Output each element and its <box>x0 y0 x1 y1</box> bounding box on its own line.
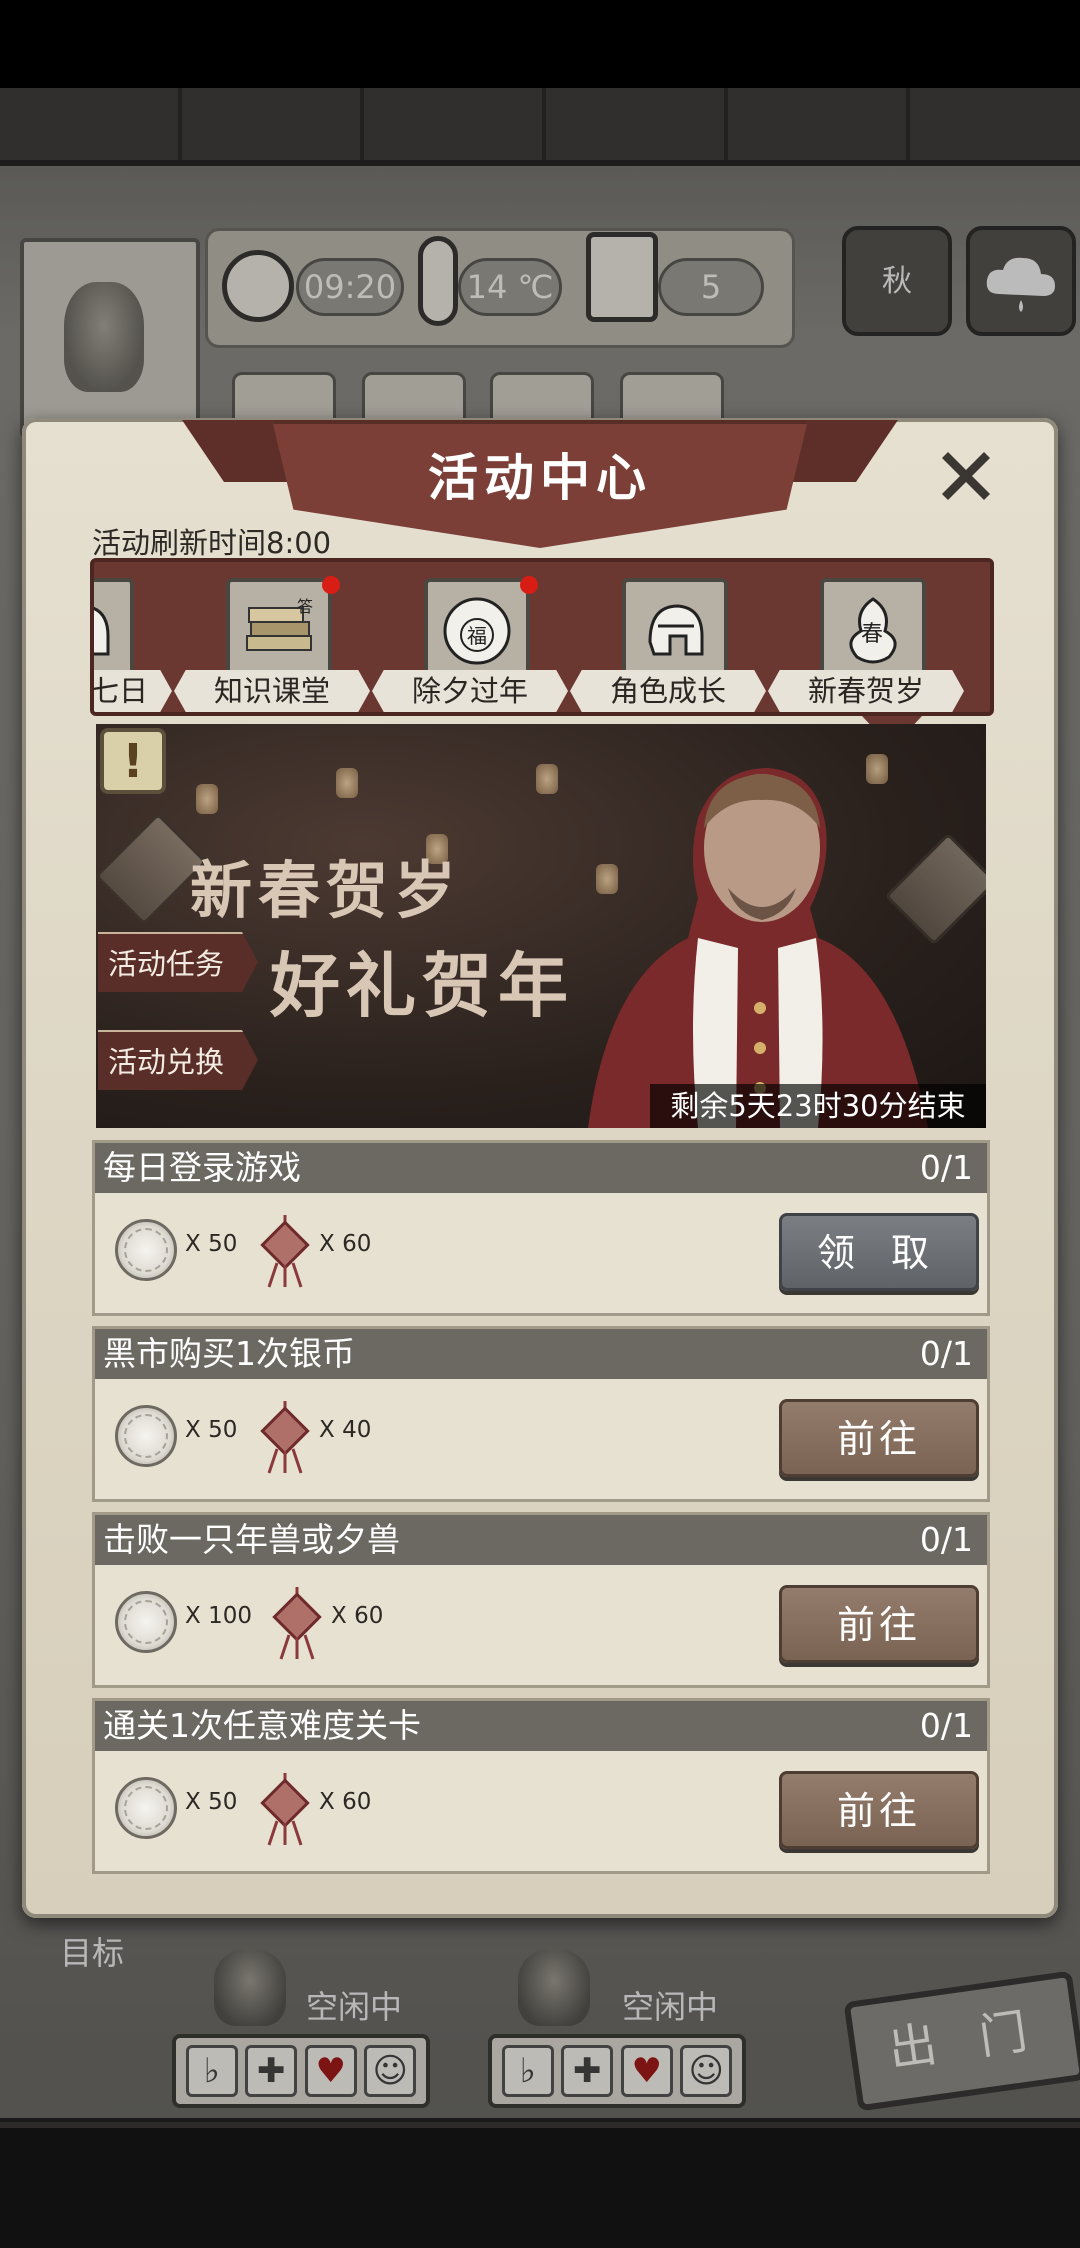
svg-text:福: 福 <box>467 624 487 648</box>
tab-seven-days[interactable]: 七日 <box>94 562 172 712</box>
go-button[interactable]: 前往 <box>779 1771 979 1849</box>
activity-exchange-button[interactable]: 活动兑换 <box>98 1030 258 1090</box>
tab-spring-festival[interactable]: 春 新春贺岁 <box>768 562 964 712</box>
task-progress: 0/1 <box>919 1334 973 1373</box>
banner-title-line1: 新春贺岁 <box>190 854 463 927</box>
event-countdown: 剩余5天23时30分结束 <box>650 1084 986 1128</box>
task-name: 黑市购买1次银币 <box>95 1329 987 1379</box>
task-name: 击败一只年兽或夕兽 <box>95 1515 987 1565</box>
knot-quantity: X 60 <box>319 1231 372 1257</box>
coin-quantity: X 100 <box>185 1603 252 1629</box>
task-progress: 0/1 <box>919 1706 973 1745</box>
lantern-decoration <box>196 784 218 814</box>
coin-quantity: X 50 <box>185 1789 238 1815</box>
claim-button[interactable]: 领 取 <box>779 1213 979 1291</box>
activity-tab-strip: 七日 答 知识课堂 福 除夕过年 角色成长 春 新春贺岁 <box>90 558 994 716</box>
go-button[interactable]: 前往 <box>779 1399 979 1477</box>
books-icon: 答 <box>226 578 332 684</box>
chinese-knot-icon <box>272 1587 322 1660</box>
task-row: 每日登录游戏 0/1 X 50 X 60 领 取 <box>92 1140 990 1316</box>
svg-text:春: 春 <box>861 622 883 647</box>
helmet-icon <box>94 578 134 684</box>
task-row: 击败一只年兽或夕兽 0/1 X 100 X 60 前往 <box>92 1512 990 1688</box>
tab-label: 知识课堂 <box>174 670 370 712</box>
tab-label: 角色成长 <box>570 670 766 712</box>
task-name: 每日登录游戏 <box>95 1143 987 1193</box>
banner-info-button[interactable]: ! <box>100 728 166 794</box>
tab-knowledge-class[interactable]: 答 知识课堂 <box>174 562 370 712</box>
task-row: 通关1次任意难度关卡 0/1 X 50 X 60 前往 <box>92 1698 990 1874</box>
notification-badge <box>520 576 538 594</box>
activity-task-button[interactable]: 活动任务 <box>98 932 258 992</box>
tab-character-growth[interactable]: 角色成长 <box>570 562 766 712</box>
chinese-knot-icon <box>260 1773 310 1846</box>
task-row: 黑市购买1次银币 0/1 X 50 X 40 前往 <box>92 1326 990 1502</box>
tab-label: 除夕过年 <box>372 670 568 712</box>
silver-coin-icon <box>115 1591 177 1653</box>
hero-character-illustration <box>588 768 928 1128</box>
knot-quantity: X 40 <box>319 1417 372 1443</box>
tab-label: 七日 <box>94 670 172 712</box>
coin-quantity: X 50 <box>185 1417 238 1443</box>
silver-coin-icon <box>115 1219 177 1281</box>
chinese-knot-icon <box>260 1215 310 1288</box>
status-bar-area <box>0 0 1080 88</box>
helmet-icon <box>622 578 728 684</box>
chinese-knot-icon <box>260 1401 310 1474</box>
close-icon <box>942 452 990 500</box>
knot-quantity: X 60 <box>319 1789 372 1815</box>
knot-quantity: X 60 <box>331 1603 384 1629</box>
navigation-bar-area <box>0 2128 1080 2248</box>
fu-emblem-icon: 福 <box>424 578 530 684</box>
panel-title: 活动中心 <box>428 449 652 507</box>
svg-text:答: 答 <box>297 597 313 616</box>
tab-new-year-eve[interactable]: 福 除夕过年 <box>372 562 568 712</box>
silver-coin-icon <box>115 1405 177 1467</box>
lantern-decoration <box>336 768 358 798</box>
notification-badge <box>322 576 340 594</box>
task-name: 通关1次任意难度关卡 <box>95 1701 987 1751</box>
task-progress: 0/1 <box>919 1148 973 1187</box>
silver-coin-icon <box>115 1777 177 1839</box>
task-progress: 0/1 <box>919 1520 973 1559</box>
refresh-time-label: 活动刷新时间8:00 <box>92 526 332 560</box>
tab-label: 新春贺岁 <box>768 670 964 712</box>
coin-quantity: X 50 <box>185 1231 238 1257</box>
close-button[interactable] <box>930 440 1002 512</box>
spring-knot-icon: 春 <box>820 578 926 684</box>
go-button[interactable]: 前往 <box>779 1585 979 1663</box>
banner-title-line2: 好礼贺年 <box>270 945 574 1027</box>
